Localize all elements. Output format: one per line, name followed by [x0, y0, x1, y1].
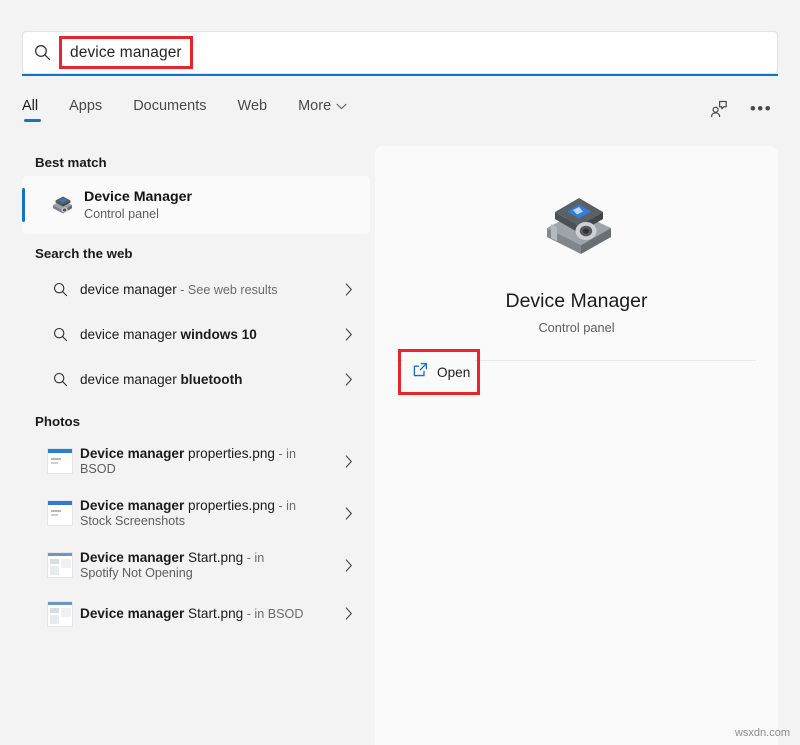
tab-apps-label: Apps [69, 98, 102, 114]
photo-result-body: Device manager Start.png - in BSOD [80, 606, 338, 621]
photo-result-title: Device manager properties.png - in [80, 446, 338, 461]
search-icon [40, 372, 80, 387]
photo-result-folder: BSOD [80, 462, 338, 476]
section-title-best-match: Best match [35, 155, 370, 170]
section-title-search-the-web: Search the web [35, 246, 370, 261]
photo-title-bold: Device manager [80, 498, 184, 513]
photo-title-rest: Start.png [184, 550, 243, 565]
photo-title-bold: Device manager [80, 550, 184, 565]
tab-web[interactable]: Web [238, 96, 268, 114]
best-match-subtitle: Control panel [84, 207, 192, 221]
search-input-highlight: device manager [59, 36, 193, 69]
web-result-text: device manager windows 10 [80, 327, 338, 342]
more-options-icon[interactable]: ••• [748, 96, 774, 122]
external-link-icon [412, 362, 428, 383]
photo-title-rest: properties.png [184, 498, 275, 513]
tab-apps[interactable]: Apps [69, 96, 102, 114]
chevron-down-icon [336, 98, 347, 114]
tab-all[interactable]: All [22, 96, 38, 114]
best-match-title: Device Manager [84, 189, 192, 205]
photo-result-body: Device manager properties.png - in Stock… [80, 498, 338, 528]
tab-all-label: All [22, 98, 38, 114]
best-match-item-device-manager[interactable]: Device Manager Control panel [22, 176, 370, 234]
open-button-highlight: Open [398, 349, 480, 395]
photo-result-row[interactable]: Device manager properties.png - in Stock… [22, 487, 370, 539]
chevron-right-icon[interactable] [338, 455, 360, 468]
photo-result-title: Device manager Start.png - in [80, 550, 338, 565]
search-icon [23, 44, 61, 61]
watermark: wsxdn.com [735, 727, 790, 739]
preview-hero: Device Manager Control panel [375, 146, 778, 335]
tab-strip: All Apps Documents Web More ••• [22, 96, 778, 134]
preview-panel: Device Manager Control panel Open [375, 146, 778, 745]
chevron-right-icon[interactable] [338, 607, 360, 620]
chevron-right-icon[interactable] [338, 373, 360, 386]
tab-more-label: More [298, 98, 331, 114]
tab-documents[interactable]: Documents [133, 96, 206, 114]
chevron-right-icon[interactable] [338, 283, 360, 296]
photo-title-rest: Start.png [184, 606, 243, 621]
photo-result-row[interactable]: Device manager Start.png - in BSOD [22, 591, 370, 636]
search-bar[interactable]: device manager [22, 31, 778, 74]
photo-title-bold: Device manager [80, 606, 184, 621]
chevron-right-icon[interactable] [338, 559, 360, 572]
web-result-prefix: device manager [80, 372, 181, 387]
photo-result-body: Device manager Start.png - in Spotify No… [80, 550, 338, 580]
photo-thumbnail [40, 448, 80, 474]
web-result-highlight: windows 10 [181, 327, 257, 342]
photo-title-rest: properties.png [184, 446, 275, 461]
photo-thumbnail [40, 500, 80, 526]
web-result-query: device manager [80, 282, 177, 297]
tab-web-label: Web [238, 98, 268, 114]
search-accent-line [22, 74, 778, 76]
more-options-label: ••• [750, 104, 772, 114]
photo-result-title: Device manager Start.png - in BSOD [80, 606, 338, 621]
photo-result-row[interactable]: Device manager properties.png - in BSOD [22, 435, 370, 487]
open-button-label: Open [437, 365, 470, 380]
device-manager-icon [40, 192, 84, 218]
search-input[interactable]: device manager [70, 44, 182, 62]
photo-result-folder: Spotify Not Opening [80, 566, 338, 580]
open-button[interactable]: Open [403, 354, 475, 390]
photo-title-suffix: - in [275, 499, 296, 513]
photo-result-row[interactable]: Device manager Start.png - in Spotify No… [22, 539, 370, 591]
web-result-highlight: bluetooth [181, 372, 243, 387]
web-result-prefix: device manager [80, 327, 181, 342]
photo-thumbnail [40, 552, 80, 578]
best-match-text: Device Manager Control panel [84, 189, 192, 221]
preview-title: Device Manager [506, 290, 648, 313]
photo-title-suffix: - in BSOD [243, 607, 303, 621]
search-icon [40, 327, 80, 342]
photo-title-bold: Device manager [80, 446, 184, 461]
web-result-body: device manager bluetooth [80, 372, 338, 387]
web-result-row[interactable]: device manager bluetooth [22, 357, 370, 402]
photo-title-suffix: - in [243, 551, 264, 565]
photo-thumbnail [40, 601, 80, 627]
chevron-right-icon[interactable] [338, 328, 360, 341]
chevron-right-icon[interactable] [338, 507, 360, 520]
photo-result-folder: Stock Screenshots [80, 514, 338, 528]
results-list: Best match Device Manager Control panel … [22, 146, 370, 745]
device-manager-icon [529, 186, 625, 262]
web-result-row[interactable]: device manager - See web results [22, 267, 370, 312]
photo-title-suffix: - in [275, 447, 296, 461]
web-result-text: device manager bluetooth [80, 372, 338, 387]
web-result-row[interactable]: device manager windows 10 [22, 312, 370, 357]
photo-result-title: Device manager properties.png - in [80, 498, 338, 513]
tab-more[interactable]: More [298, 96, 347, 114]
web-result-body: device manager windows 10 [80, 327, 338, 342]
search-icon [40, 282, 80, 297]
preview-subtitle: Control panel [538, 320, 614, 335]
tab-documents-label: Documents [133, 98, 206, 114]
tab-actions: ••• [706, 96, 778, 122]
web-result-body: device manager - See web results [80, 282, 338, 297]
section-title-photos: Photos [35, 414, 370, 429]
web-result-text: device manager - See web results [80, 282, 338, 297]
feedback-icon[interactable] [706, 96, 732, 122]
web-result-suffix: - See web results [177, 283, 278, 297]
photo-result-body: Device manager properties.png - in BSOD [80, 446, 338, 476]
